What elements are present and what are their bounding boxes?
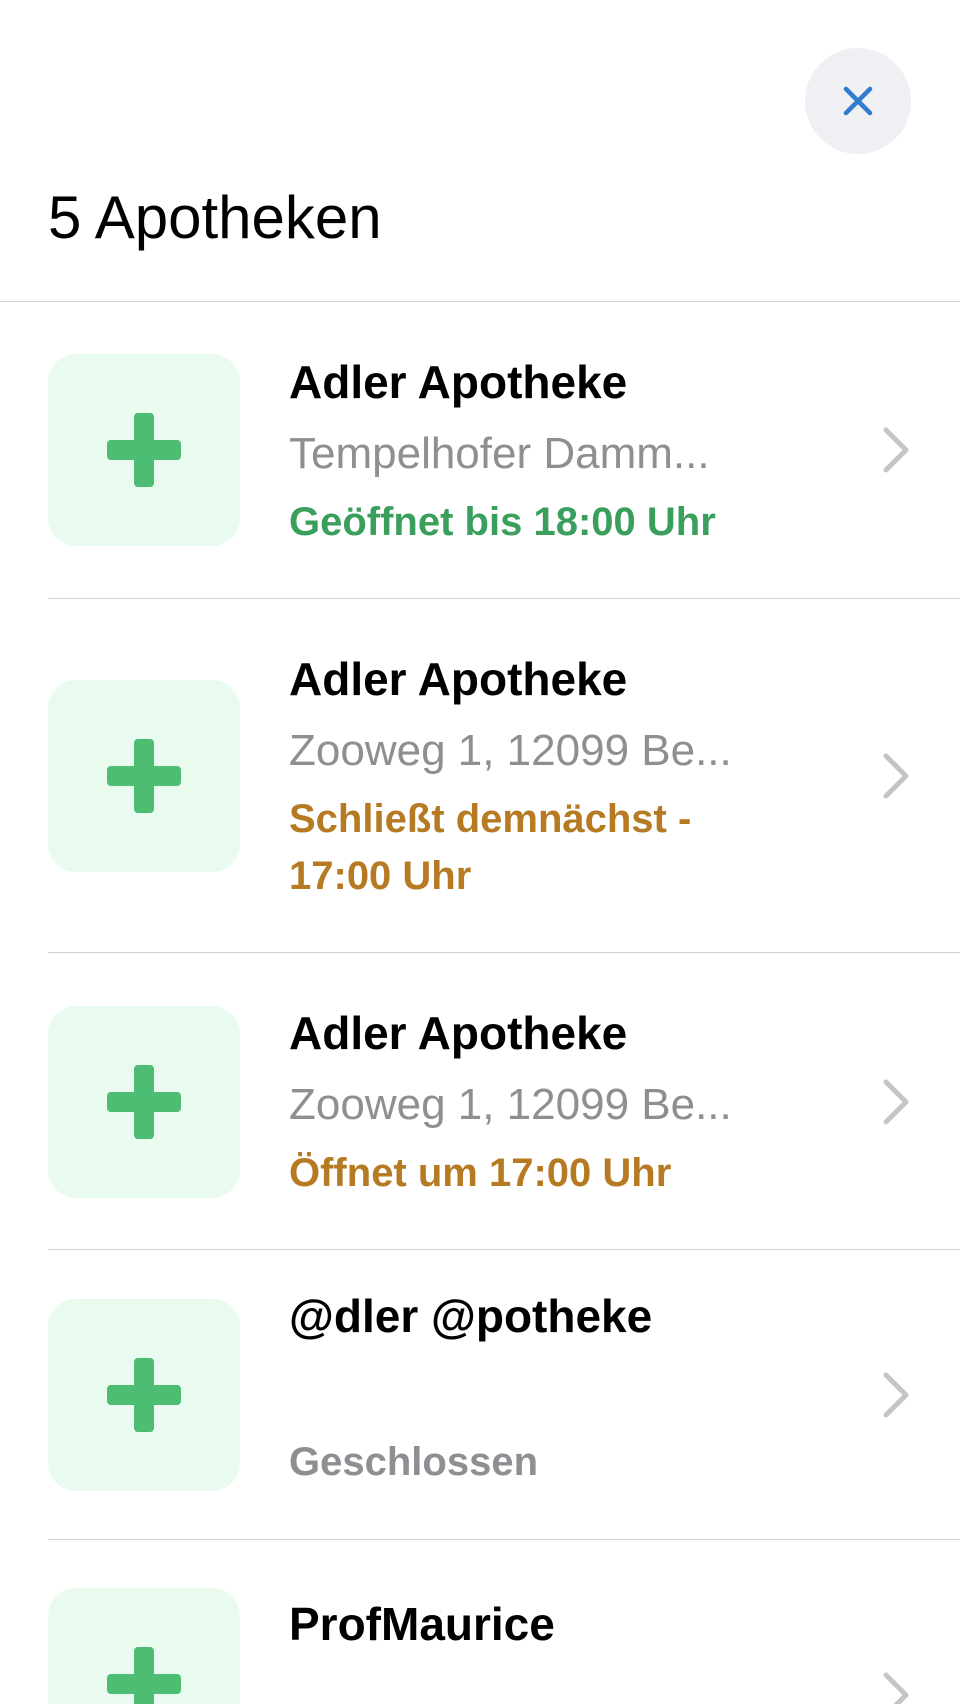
pharmacy-name: @dler @potheke [289,1290,653,1342]
pharmacy-address: Zooweg 1, 12099 Be... [289,1080,732,1129]
chevron-right-icon [883,427,909,473]
pharmacy-status: Geöffnet bis 18:00 Uhr [289,500,716,544]
pharmacy-row[interactable]: @dler @potheke Geschlossen [0,1250,960,1539]
pharmacy-cross-icon [107,413,181,487]
pharmacy-name: Adler Apotheke [289,356,628,408]
pharmacy-row[interactable]: Adler Apotheke Zooweg 1, 12099 Be... Sch… [0,599,960,952]
pharmacy-thumbnail [48,354,240,546]
pharmacy-thumbnail [48,1006,240,1198]
pharmacy-address: Tempelhofer Damm... [289,429,710,478]
pharmacy-row[interactable]: Adler Apotheke Zooweg 1, 12099 Be... Öff… [0,953,960,1249]
pharmacy-row[interactable]: ProfMaurice [0,1540,960,1704]
pharmacy-name: Adler Apotheke [289,1007,628,1059]
pharmacy-row[interactable]: Adler Apotheke Tempelhofer Damm... Geöff… [0,302,960,598]
pharmacy-status: Geschlossen [289,1440,539,1484]
close-button[interactable] [805,48,911,154]
pharmacy-thumbnail [48,1588,240,1704]
pharmacy-thumbnail [48,680,240,872]
pharmacy-status: Öffnet um 17:00 Uhr [289,1151,672,1195]
pharmacy-cross-icon [107,1647,181,1704]
pharmacy-name: ProfMaurice [289,1598,555,1650]
pharmacy-cross-icon [107,1065,181,1139]
pharmacy-address: Zooweg 1, 12099 Be... [289,726,732,775]
pharmacy-name: Adler Apotheke [289,653,628,705]
pharmacy-list-sheet: 5 Apotheken Adler Apotheke Tempelhofer D… [0,0,960,1704]
chevron-right-icon [883,753,909,799]
close-icon [843,86,873,116]
pharmacy-cross-icon [107,739,181,813]
pharmacy-cross-icon [107,1358,181,1432]
chevron-right-icon [883,1372,909,1418]
pharmacy-thumbnail [48,1299,240,1491]
chevron-right-icon [883,1079,909,1125]
chevron-right-icon [883,1672,909,1704]
pharmacy-status: Schließt demnächst - 17:00 Uhr [289,797,692,898]
page-title: 5 Apotheken [48,184,382,251]
